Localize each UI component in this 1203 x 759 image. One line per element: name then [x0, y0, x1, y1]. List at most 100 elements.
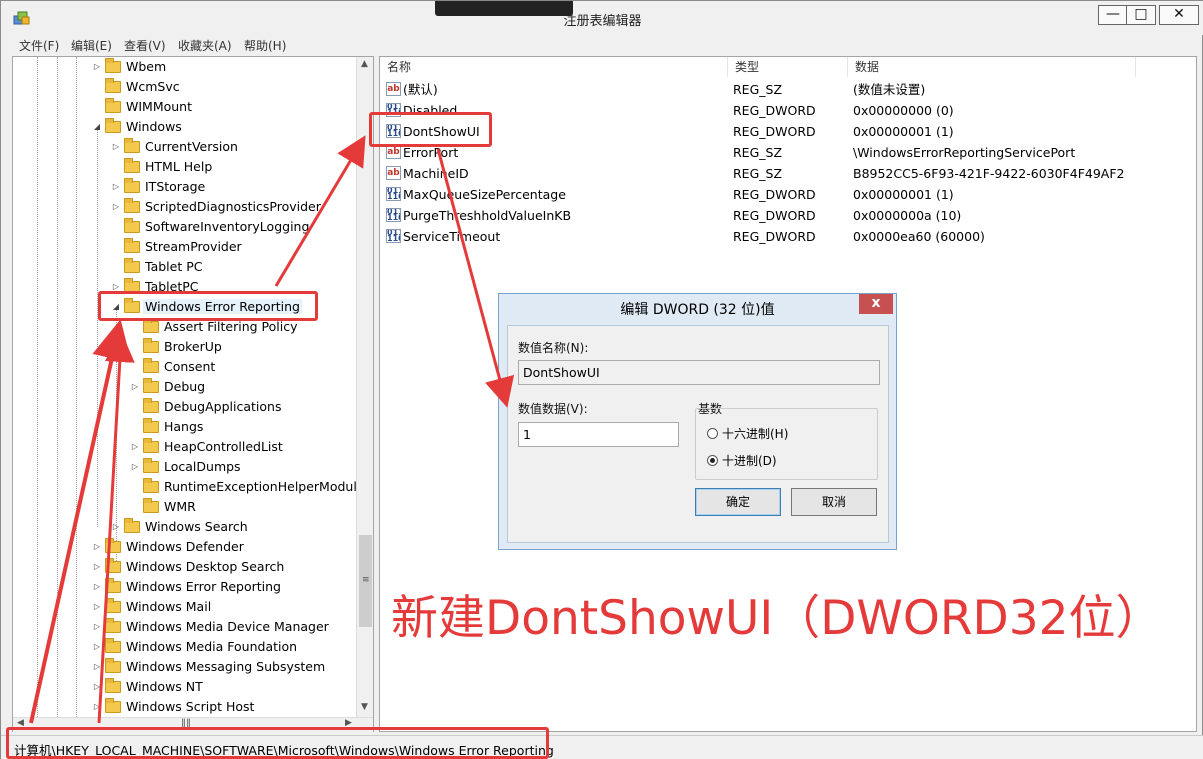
expand-arrow-icon[interactable]: ▷ [91, 597, 103, 617]
menu-edit[interactable]: 编辑(E) [71, 37, 112, 54]
list-item[interactable]: ab MachineID REG_SZ B8952CC5-6F93-421F-9422… [380, 163, 1180, 184]
value-type: REG_DWORD [733, 103, 816, 118]
minimize-icon: — [1106, 6, 1120, 22]
list-item[interactable]: 011110MaxQueueSizePercentage REG_DWORD 0x0… [380, 184, 1180, 205]
expand-arrow-icon[interactable]: ▷ [110, 517, 122, 537]
ok-button[interactable]: 确定 [695, 488, 781, 516]
tree-item[interactable]: StreamProvider [110, 237, 244, 257]
minimize-button[interactable]: — [1098, 5, 1128, 25]
dialog-title: 编辑 DWORD (32 位)值 [620, 302, 775, 318]
tree-item[interactable]: Tablet PC [110, 257, 204, 277]
folder-icon [143, 358, 159, 373]
tree-item[interactable]: BrokerUp [129, 337, 224, 357]
tree-item[interactable]: ▷ Debug [129, 377, 207, 397]
tree-item[interactable]: ▷ CurrentVersion [110, 137, 240, 157]
tree-item[interactable]: ▷ Windows Error Reporting [91, 577, 283, 597]
menu-view[interactable]: 查看(V) [124, 37, 166, 54]
expand-arrow-icon[interactable]: ▷ [110, 177, 122, 197]
expand-arrow-icon[interactable]: ▷ [91, 577, 103, 597]
expand-arrow-icon[interactable]: ▷ [91, 557, 103, 577]
tree-item-label: Wbem [126, 59, 167, 74]
tree-item[interactable]: ▷ Windows Mail [91, 597, 213, 617]
value-name: PurgeThreshholdValueInKB [403, 208, 572, 223]
tree-item[interactable]: ▷ HeapControlledList [129, 437, 285, 457]
tree-item[interactable]: ▷ Windows Media Foundation [91, 637, 299, 657]
tree-item[interactable]: HTML Help [110, 157, 214, 177]
tree-item-label: SoftwareInventoryLogging [145, 219, 310, 234]
column-header-name[interactable]: 名称 [380, 57, 728, 77]
expand-arrow-icon[interactable]: ▷ [91, 617, 103, 637]
expand-arrow-icon[interactable]: ▷ [91, 57, 103, 77]
tree-item[interactable]: ▷ Wbem [91, 57, 168, 77]
expand-arrow-icon[interactable]: ▷ [129, 457, 141, 477]
expand-arrow-icon[interactable]: ▷ [91, 537, 103, 557]
list-item[interactable]: 011110ServiceTimeout REG_DWORD 0x0000ea60 … [380, 226, 1180, 247]
list-item[interactable]: 011110PurgeThreshholdValueInKB REG_DWORD 0… [380, 205, 1180, 226]
tree-item[interactable]: WIMMount [91, 97, 194, 117]
value-type: REG_SZ [733, 166, 783, 181]
tree-item[interactable]: ▷ Windows Script Host [91, 697, 256, 717]
cancel-button[interactable]: 取消 [791, 488, 877, 516]
list-item[interactable]: ab ErrorPort REG_SZ \WindowsErrorReportingS… [380, 142, 1180, 163]
tree-item[interactable]: DebugApplications [129, 397, 283, 417]
list-item[interactable]: ab (默认) REG_SZ (数值未设置) [380, 79, 1180, 100]
maximize-button[interactable]: □ [1126, 5, 1156, 25]
list-item[interactable]: 011110DisabledREG_DWORD0x00000000 (0) [380, 100, 1180, 121]
tree-vertical-scrollbar[interactable]: ▲ ≡ ▼ [356, 57, 373, 717]
value-name: (默认) [403, 82, 438, 97]
tree-item[interactable]: SoftwareInventoryLogging [110, 217, 311, 237]
tree-item-label: WcmSvc [126, 79, 180, 94]
menu-file[interactable]: 文件(F) [19, 37, 59, 54]
tree-item-label: Windows Mail [126, 599, 212, 614]
tree-item[interactable]: ▷ Windows Messaging Subsystem [91, 657, 327, 677]
expand-arrow-icon[interactable]: ▷ [129, 437, 141, 457]
close-icon: ✕ [1173, 6, 1185, 22]
folder-icon [105, 638, 121, 653]
binary-value-icon: 011110 [386, 187, 401, 201]
column-header-data[interactable]: 数据 [848, 57, 1136, 77]
scroll-up-icon[interactable]: ▲ [361, 59, 368, 69]
tree-item[interactable]: WMR [129, 497, 198, 517]
tree-item[interactable]: ▷ ITStorage [110, 177, 207, 197]
tree-item-label: Assert Filtering Policy [164, 319, 298, 334]
folder-icon [143, 438, 159, 453]
tree-item[interactable]: Consent [129, 357, 217, 377]
column-header-type[interactable]: 类型 [728, 57, 848, 77]
tree-item[interactable]: ◢ Windows [91, 117, 184, 137]
value-data-field[interactable] [518, 422, 679, 447]
expand-arrow-icon[interactable]: ▷ [129, 377, 141, 397]
dec-radio[interactable]: 十进制(D) [707, 452, 777, 469]
close-button[interactable]: ✕ [1159, 5, 1199, 25]
collapse-arrow-icon[interactable]: ◢ [91, 117, 103, 137]
tree-item[interactable]: ▷ LocalDumps [129, 457, 243, 477]
value-type: REG_DWORD [733, 124, 816, 139]
menu-bar: 文件(F) 编辑(E) 查看(V) 收藏夹(A) 帮助(H) [1, 35, 1203, 55]
tree-item[interactable]: ▷ Windows NT [91, 677, 205, 697]
tree-item[interactable]: ▷ Windows Defender [91, 537, 246, 557]
expand-arrow-icon[interactable]: ▷ [91, 677, 103, 697]
expand-arrow-icon[interactable]: ▷ [91, 697, 103, 717]
value-name-field[interactable] [518, 360, 880, 385]
hex-radio[interactable]: 十六进制(H) [707, 425, 788, 442]
tree-item[interactable]: Hangs [129, 417, 205, 437]
value-data: 0x00000001 (1) [853, 187, 954, 202]
list-item[interactable]: 011110DontShowUIREG_DWORD0x00000001 (1) [380, 121, 1180, 142]
tree-item[interactable]: RuntimeExceptionHelperModules [129, 477, 373, 497]
tree-item[interactable]: ▷ Windows Desktop Search [91, 557, 286, 577]
expand-arrow-icon[interactable]: ▷ [110, 197, 122, 217]
registry-tree: ▷ Wbem WcmSvc WIMMount ◢ Windows ▷ CurrentVersi… [12, 56, 374, 732]
expand-arrow-icon[interactable]: ▷ [110, 137, 122, 157]
dialog-close-button[interactable]: x [859, 294, 893, 314]
tree-guide-line [97, 127, 98, 527]
folder-icon [143, 318, 159, 333]
menu-favorites[interactable]: 收藏夹(A) [178, 37, 232, 54]
tree-item[interactable]: ▷ ScriptedDiagnosticsProvider [110, 197, 323, 217]
scroll-down-icon[interactable]: ▼ [361, 702, 368, 712]
expand-arrow-icon[interactable]: ▷ [91, 637, 103, 657]
tree-item[interactable]: WcmSvc [91, 77, 182, 97]
expand-arrow-icon[interactable]: ▷ [91, 657, 103, 677]
tree-item[interactable]: ▷ Windows Media Device Manager [91, 617, 331, 637]
menu-help[interactable]: 帮助(H) [244, 37, 286, 54]
tree-item[interactable]: ▷ Windows Search [110, 517, 250, 537]
folder-icon [124, 238, 140, 253]
